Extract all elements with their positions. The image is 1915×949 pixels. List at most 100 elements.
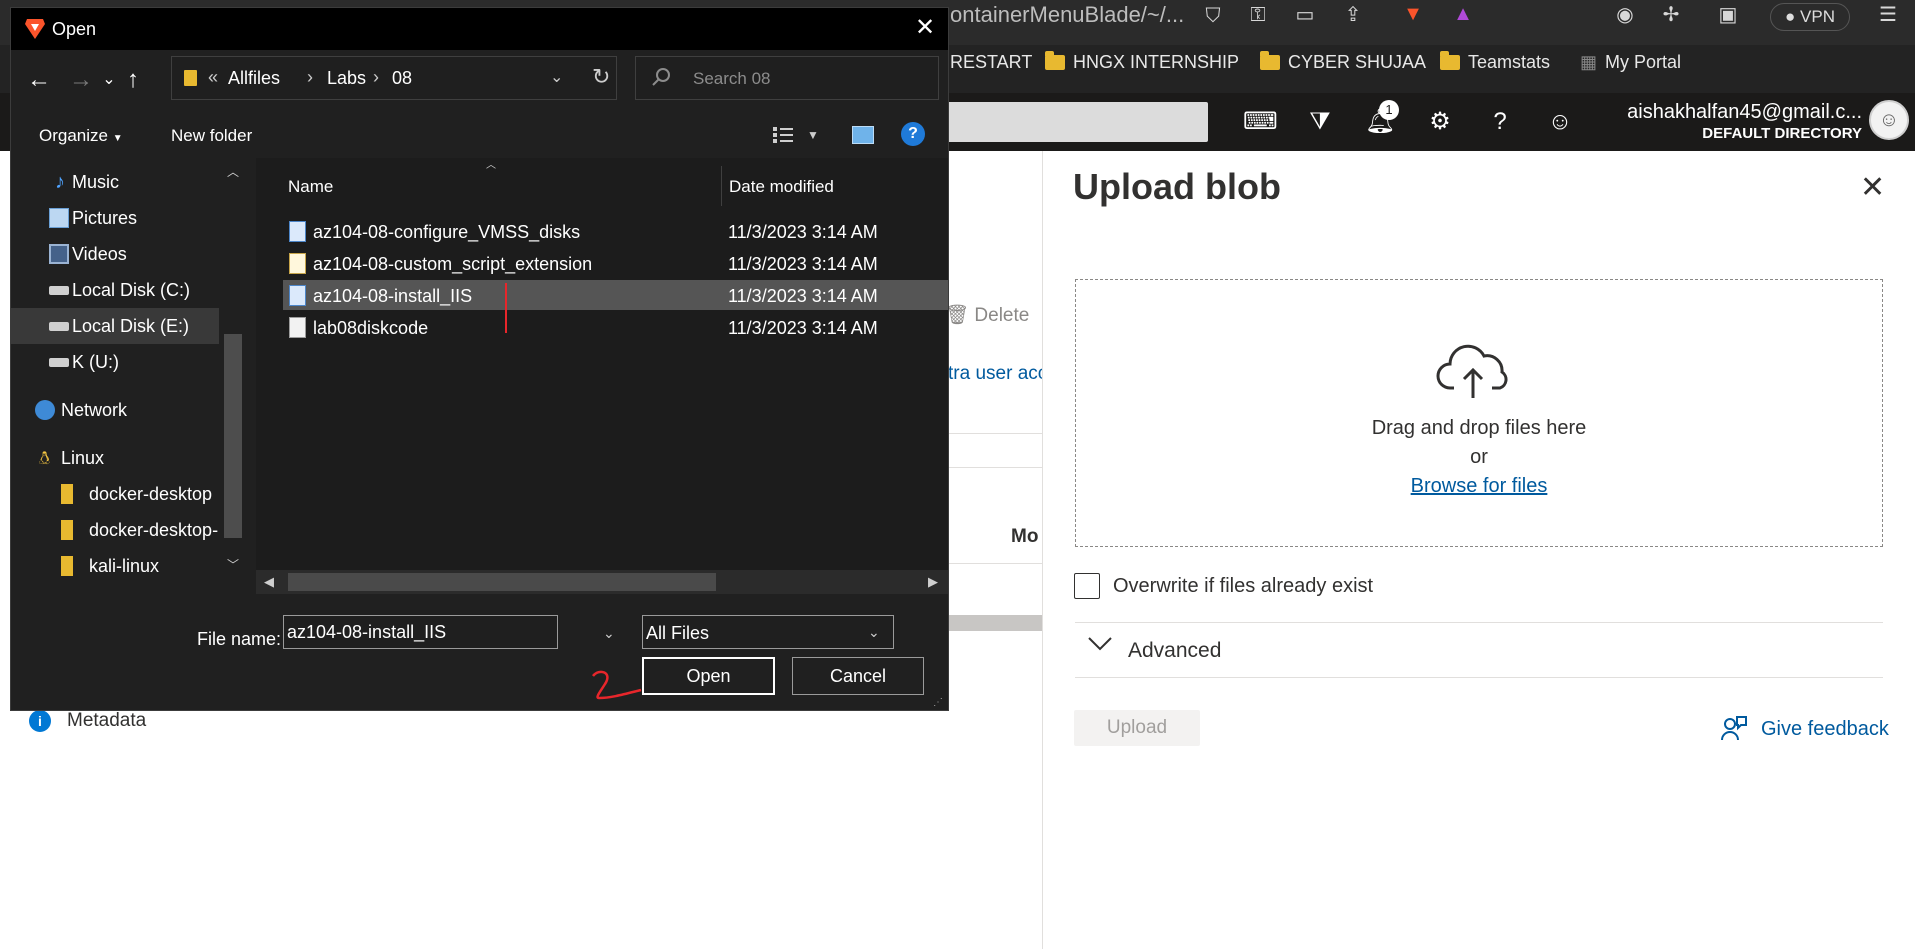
file-date: 11/3/2023 3:14 AM [728,254,878,274]
bookmark-cyber-shujaa[interactable]: CYBER SHUJAA [1260,49,1426,75]
nav-scrollbar-thumb[interactable] [224,334,242,538]
give-feedback-icon[interactable] [1720,714,1748,742]
bookmark-hngx[interactable]: HNGX INTERNSHIP [1045,49,1239,75]
nav-item-docker-desktop[interactable]: docker-desktop [11,476,219,512]
nav-item-videos[interactable]: Videos [11,236,219,272]
view-options-icon[interactable] [772,126,794,144]
metadata-label[interactable]: Metadata [67,709,146,733]
advanced-toggle[interactable]: Advanced [1128,638,1221,664]
back-arrow-icon[interactable]: ← [25,65,53,95]
share-icon[interactable]: ⇪ [1340,3,1366,27]
file-name-input[interactable] [283,615,558,649]
bookmark-label: CYBER SHUJAA [1288,52,1427,72]
column-header-name[interactable]: Name [288,176,333,198]
nav-item-local-disk-e[interactable]: Local Disk (E:) [11,308,219,344]
chevron-up-icon[interactable]: ︿ [227,165,239,179]
scroll-right-icon[interactable]: ▶ [928,574,938,590]
open-button[interactable]: Open [642,657,775,695]
code-file-icon [289,253,306,274]
file-row[interactable]: az104-08-configure_VMSS_disks 11/3/2023 … [283,216,948,246]
delete-button[interactable]: 🗑︎ Delete [945,304,1029,328]
search-input[interactable]: Search 08 [635,56,939,100]
help-icon[interactable]: ? [1483,105,1517,139]
account-name[interactable]: aishakhalfan45@gmail.c... [1627,99,1862,125]
shield-icon[interactable]: ⛉ [1200,4,1226,28]
address-bar[interactable]: « Allfiles › Labs › 08 ⌄ ↻ [171,56,617,100]
feedback-icon[interactable]: ☺ [1543,105,1577,139]
nav-item-docker-desktop-data[interactable]: docker-desktop- [11,512,219,548]
rewards-icon[interactable]: ▲ [1450,2,1476,26]
info-icon: i [29,710,51,732]
new-folder-button[interactable]: New folder [171,125,252,147]
bookmark-teamstats[interactable]: Teamstats [1440,49,1550,75]
wallet-icon[interactable]: ▣ [1715,3,1741,27]
browse-files-link[interactable]: Browse for files [1076,473,1882,499]
scrollbar-thumb[interactable] [288,573,716,591]
overwrite-checkbox[interactable] [1074,573,1100,599]
file-row-selected[interactable]: az104-08-install_IIS 11/3/2023 3:14 AM [283,280,948,310]
nav-item-label: Local Disk (E:) [72,316,190,336]
cloud-shell-icon[interactable]: ⌨ [1243,105,1278,139]
caret-down-icon[interactable]: ▼ [807,125,819,145]
chevron-right-icon[interactable]: › [307,66,313,88]
overflow-icon[interactable]: « [208,66,218,88]
folder-icon [184,70,197,86]
nav-item-k-drive[interactable]: K (U:) [11,344,219,380]
scroll-left-icon[interactable]: ◀ [264,574,274,590]
chevron-down-icon[interactable]: ﹀ [227,558,239,572]
profile-icon[interactable]: ◉ [1612,3,1638,27]
nav-item-pictures[interactable]: Pictures [11,200,219,236]
bookmark-my-portal[interactable]: ▦ My Portal [1580,49,1681,75]
background-link[interactable]: tra user acc [948,362,1047,386]
portal-search-input[interactable] [940,102,1208,142]
bookmark-restart[interactable]: RESTART [950,49,1032,75]
nav-item-label: Pictures [72,208,138,228]
column-header-date[interactable]: Date modified [729,176,834,198]
pictures-icon [49,208,69,228]
close-icon[interactable]: ✕ [1860,173,1885,203]
drop-zone[interactable]: Drag and drop files here or Browse for f… [1075,279,1883,547]
forward-arrow-icon[interactable]: → [67,65,95,95]
cancel-button[interactable]: Cancel [792,657,924,695]
up-arrow-icon[interactable]: ↑ [119,65,147,95]
breadcrumb-08[interactable]: 08 [392,67,412,89]
horizontal-scrollbar[interactable]: ◀ ▶ [256,570,948,594]
cast-icon[interactable]: ▭ [1292,3,1318,27]
file-type-select[interactable]: All Files ⌄ [642,615,894,649]
avatar[interactable]: ☺ [1869,100,1909,140]
give-feedback-link[interactable]: Give feedback [1761,716,1889,742]
column-separator[interactable] [721,166,722,206]
upload-button[interactable]: Upload [1074,710,1200,746]
breadcrumb-labs[interactable]: Labs [327,67,366,89]
nav-item-network[interactable]: Network [11,392,219,428]
vpn-button[interactable]: ● VPN [1770,3,1850,31]
resize-grip-icon[interactable]: ⋰ [933,698,943,708]
close-icon[interactable]: ✕ [915,14,935,42]
breadcrumb-allfiles[interactable]: Allfiles [228,67,280,89]
menu-icon[interactable]: ☰ [1875,3,1901,27]
chevron-right-icon[interactable]: › [373,66,379,88]
dialog-titlebar[interactable]: Open ✕ [11,8,948,50]
settings-icon[interactable]: ⚙ [1423,105,1457,139]
key-icon[interactable]: ⚿ [1245,3,1271,27]
file-row[interactable]: lab08diskcode 11/3/2023 3:14 AM [283,312,948,342]
directory-filter-icon[interactable]: ⧩ [1303,105,1337,139]
chevron-down-icon[interactable]: ⌄ [603,624,615,642]
chevron-down-icon[interactable]: ⌄ [550,67,563,89]
extensions-icon[interactable]: ✢ [1658,3,1684,27]
address-bar-url[interactable]: ontainerMenuBlade/~/... [950,0,1184,30]
drive-icon [49,286,69,295]
nav-item-label: kali-linux [89,556,160,576]
file-row[interactable]: az104-08-custom_script_extension 11/3/20… [283,248,948,278]
scrollbar[interactable] [949,615,1042,631]
nav-item-linux[interactable]: 🐧︎ Linux [11,440,219,476]
preview-pane-icon[interactable] [852,126,874,144]
organize-menu[interactable]: Organize ▼ [39,125,123,150]
brave-icon[interactable]: ▼ [1400,2,1426,26]
help-icon[interactable]: ? [901,122,925,146]
nav-item-kali-linux[interactable]: kali-linux [11,548,219,584]
nav-item-music[interactable]: ♪ Music [11,164,219,200]
nav-item-local-disk-c[interactable]: Local Disk (C:) [11,272,219,308]
refresh-icon[interactable]: ↻ [592,64,610,90]
chevron-down-icon[interactable] [1087,630,1113,656]
